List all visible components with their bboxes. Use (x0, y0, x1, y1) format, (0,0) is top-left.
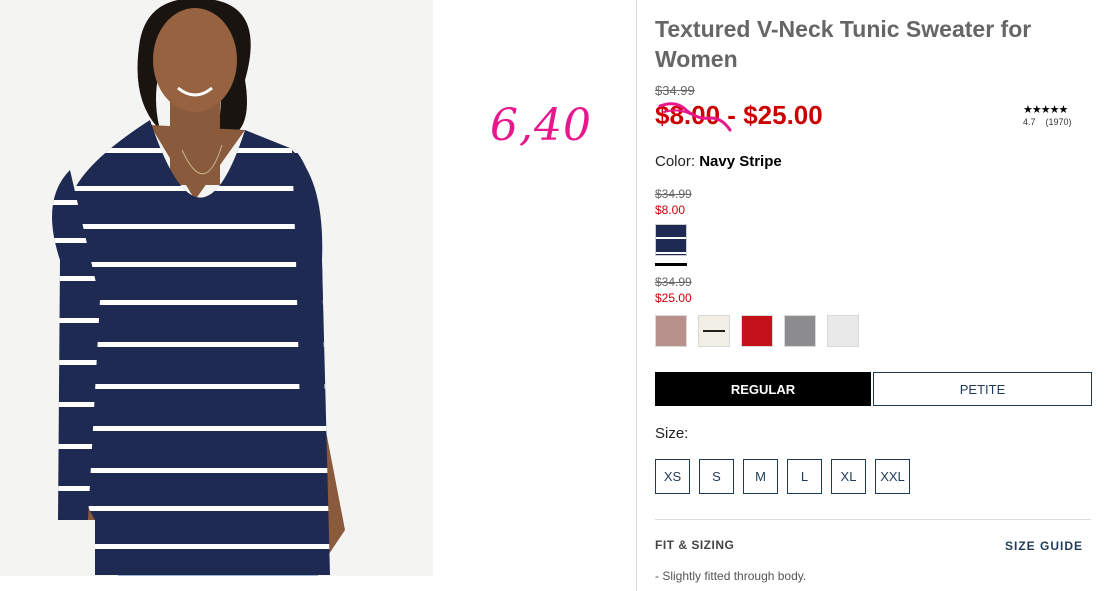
tier-2-now-price: $25.00 (655, 291, 692, 305)
product-image[interactable] (0, 0, 433, 576)
size-guide-link[interactable]: SIZE GUIDE (1005, 539, 1083, 553)
size-button-xxl[interactable]: XXL (875, 459, 910, 494)
red-swatch[interactable] (741, 315, 773, 347)
fit-note: - Slightly fitted through body. (655, 569, 806, 583)
navy-stripe-swatch[interactable] (655, 224, 687, 256)
section-divider (655, 519, 1091, 520)
swatch-stripe (703, 330, 725, 332)
tab-petite[interactable]: PETITE (873, 372, 1092, 406)
review-count: (1970) (1045, 117, 1072, 127)
size-label: Size: (655, 425, 689, 442)
rating-value: 4.7 (1023, 117, 1036, 127)
size-button-l[interactable]: L (787, 459, 822, 494)
selected-swatch-indicator (655, 263, 687, 266)
light-grey-swatch[interactable] (827, 315, 859, 347)
size-button-m[interactable]: M (743, 459, 778, 494)
product-title: Textured V-Neck Tunic Sweater for Women (655, 16, 1032, 72)
size-button-s[interactable]: S (699, 459, 734, 494)
cream-stripe-swatch[interactable] (698, 315, 730, 347)
selected-color-name: Navy Stripe (699, 153, 782, 170)
tab-regular[interactable]: REGULAR (655, 372, 871, 406)
grey-heather-swatch[interactable] (784, 315, 816, 347)
size-button-xl[interactable]: XL (831, 459, 866, 494)
price-tier-1: $34.99 $8.00 (655, 186, 692, 218)
price-tier-2: $34.99 $25.00 (655, 274, 692, 306)
color-label: Color: (655, 153, 696, 170)
rating-stars-icon: ★★★★★ (1023, 104, 1068, 116)
product-rating[interactable]: ★★★★★ 4.7 (1970) (1023, 103, 1081, 127)
fit-tabs: REGULAR PETITE (655, 372, 1092, 406)
tier-1-was-price: $34.99 (655, 187, 692, 201)
blush-heather-swatch[interactable] (655, 315, 687, 347)
product-details-panel: Textured V-Neck Tunic Sweater for Women … (636, 0, 1111, 591)
size-button-xs[interactable]: XS (655, 459, 690, 494)
handwritten-price-note: 6,40 (490, 100, 592, 151)
sale-price-high: $25.00 (743, 100, 823, 130)
tier-2-was-price: $34.99 (655, 275, 692, 289)
scribble-strike-icon (658, 102, 732, 132)
color-swatch-list (655, 315, 859, 347)
fit-sizing-heading[interactable]: FIT & SIZING (655, 538, 734, 552)
color-selection: Color: Navy Stripe (655, 153, 782, 170)
tier-1-now-price: $8.00 (655, 203, 686, 217)
size-options: XS S M L XL XXL (655, 459, 910, 494)
fit-note-text: Slightly fitted through body. (662, 569, 807, 583)
